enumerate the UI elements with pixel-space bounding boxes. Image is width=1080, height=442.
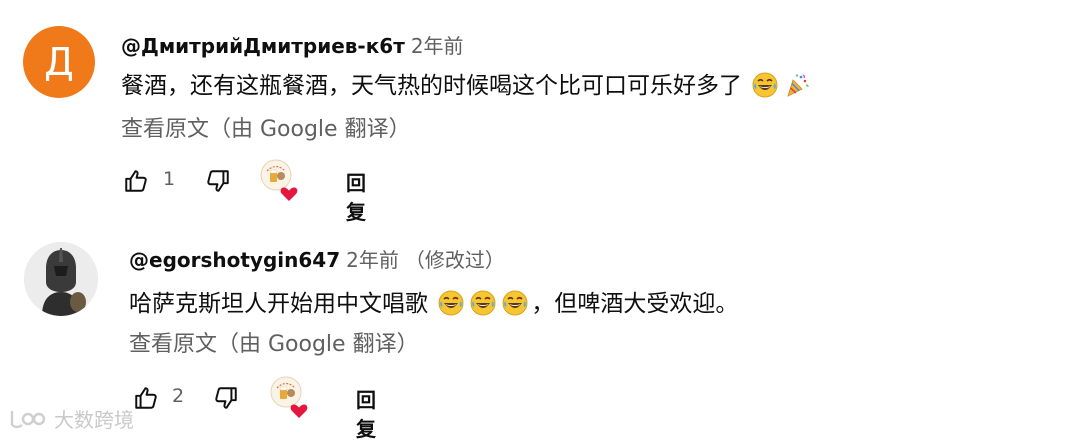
thumb-down-icon [213, 385, 239, 411]
comment-text: 餐酒，还有这瓶餐酒，天气热的时候喝这个比可口可乐好多了 [121, 66, 813, 100]
party-popper-emoji [784, 72, 810, 98]
like-button[interactable] [118, 163, 154, 199]
laughing-tears-emoji [470, 290, 496, 316]
like-count: 1 [163, 168, 176, 190]
comment-time[interactable]: 2年前 [411, 34, 464, 58]
avatar[interactable]: Д [23, 26, 95, 98]
comment-text-body: 哈萨克斯坦人开始用中文唱歌 [129, 291, 428, 317]
warrior-avatar-image [24, 242, 98, 316]
watermark-text: 大数跨境 [54, 408, 134, 432]
laughing-tears-emoji [752, 72, 778, 98]
laughing-tears-emoji [502, 290, 528, 316]
avatar-letter: Д [44, 40, 74, 84]
watermark: 大数跨境 [8, 404, 134, 433]
watermark-logo-icon [10, 410, 46, 428]
dislike-button[interactable] [200, 163, 236, 199]
see-original-link[interactable]: 查看原文（由 Google 翻译） [129, 326, 419, 358]
dislike-button[interactable] [208, 380, 244, 416]
comment-header: @egorshotygin647 2年前 （修改过） [129, 244, 505, 273]
comment-author[interactable]: @egorshotygin647 [129, 248, 340, 272]
comment-thread: Д @ДмитрийДмитриев-к6т 2年前 餐酒，还有这瓶餐酒，天气热的… [0, 0, 1080, 224]
comment-header: @ДмитрийДмитриев-к6т 2年前 [121, 30, 464, 59]
thumb-up-icon [123, 168, 149, 194]
reply-button[interactable]: 回复 [346, 167, 366, 225]
laughing-tears-emoji [438, 290, 464, 316]
comment-text-body: 餐酒，还有这瓶餐酒，天气热的时候喝这个比可口可乐好多了 [121, 73, 742, 99]
comment-thread: @egorshotygin647 2年前 （修改过） 哈萨克斯坦人开始用中文唱歌 ，… [0, 222, 1080, 442]
like-count: 2 [172, 385, 185, 407]
creator-heart-icon [268, 374, 314, 420]
thumb-down-icon [205, 168, 231, 194]
comment-text: 哈萨克斯坦人开始用中文唱歌 ，但啤酒大受欢迎。 [129, 284, 738, 318]
thumb-up-icon [133, 385, 159, 411]
avatar[interactable] [24, 242, 98, 316]
creator-heart-icon [258, 157, 304, 203]
comment-text-tail: ，但啤酒大受欢迎。 [531, 291, 739, 317]
see-original-link[interactable]: 查看原文（由 Google 翻译） [121, 111, 411, 143]
edited-label: （修改过） [404, 248, 505, 272]
comment-author[interactable]: @ДмитрийДмитриев-к6т [121, 34, 405, 58]
comment-time[interactable]: 2年前 [346, 248, 399, 272]
reply-button[interactable]: 回复 [356, 384, 376, 442]
